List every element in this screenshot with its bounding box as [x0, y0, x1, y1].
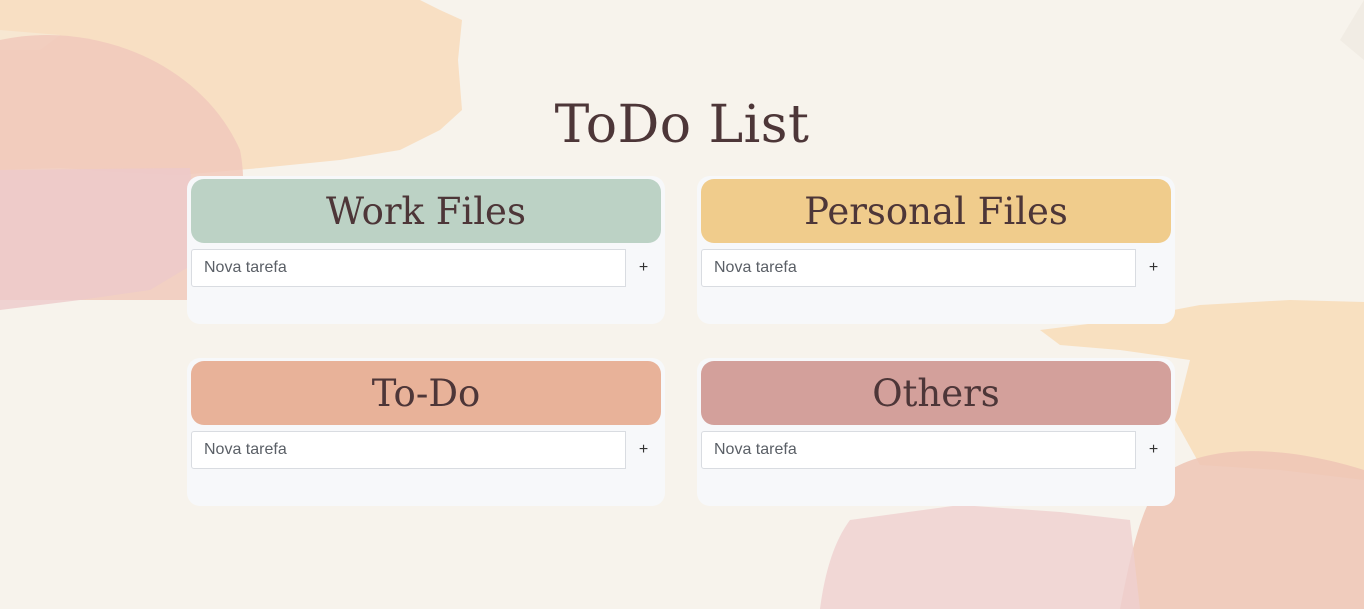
list-header-others: Others	[701, 361, 1171, 425]
add-task-button[interactable]: +	[626, 249, 661, 287]
new-task-row: +	[191, 431, 661, 469]
list-card-personal-files: Personal Files +	[697, 176, 1175, 324]
list-card-work-files: Work Files +	[187, 176, 665, 324]
new-task-row: +	[191, 249, 661, 287]
add-task-button[interactable]: +	[1136, 249, 1171, 287]
page-title: ToDo List	[554, 95, 810, 155]
add-task-button[interactable]: +	[1136, 431, 1171, 469]
list-card-to-do: To-Do +	[187, 358, 665, 506]
add-task-button[interactable]: +	[626, 431, 661, 469]
new-task-input[interactable]	[701, 431, 1136, 469]
list-header-personal-files: Personal Files	[701, 179, 1171, 243]
new-task-input[interactable]	[191, 249, 626, 287]
list-card-others: Others +	[697, 358, 1175, 506]
new-task-row: +	[701, 431, 1171, 469]
list-header-work-files: Work Files	[191, 179, 661, 243]
new-task-row: +	[701, 249, 1171, 287]
new-task-input[interactable]	[701, 249, 1136, 287]
new-task-input[interactable]	[191, 431, 626, 469]
list-header-to-do: To-Do	[191, 361, 661, 425]
